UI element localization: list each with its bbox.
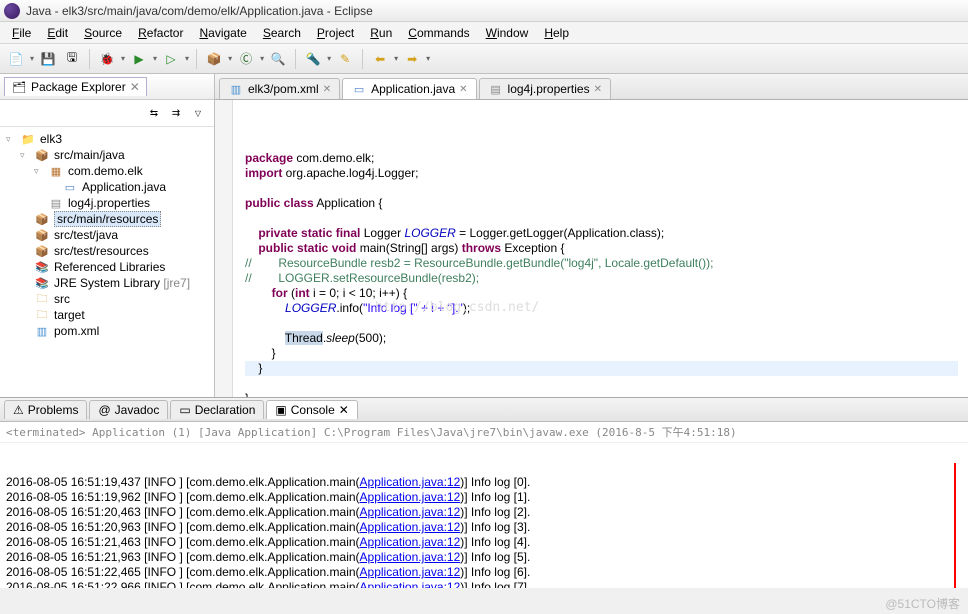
close-icon[interactable]: ✕ [594, 84, 602, 95]
tab-problems[interactable]: ⚠Problems [4, 400, 87, 419]
console-icon: ▣ [275, 403, 286, 417]
tab-declaration[interactable]: ▭Declaration [170, 400, 264, 419]
save-all-icon[interactable]: 🖫 [62, 49, 82, 69]
tree-item[interactable]: src/main/resources [6, 211, 208, 227]
new-package-icon[interactable]: 📦 [204, 49, 224, 69]
toolbar: 📄▾ 💾 🖫 🐞▾ ▶▾ ▷▾ 📦▾ Ⓒ▾ 🔍 🔦▾ ✎ ⬅▾ ➡▾ [0, 44, 968, 74]
xml-icon [34, 324, 50, 338]
folder-icon [34, 308, 50, 322]
file-icon [488, 82, 504, 96]
menu-run[interactable]: Run [362, 26, 400, 40]
tab-javadoc[interactable]: @Javadoc [89, 400, 168, 419]
pkg-src-icon [34, 228, 50, 242]
annotation-arrow [954, 463, 956, 588]
toggle-mark-icon[interactable]: ✎ [335, 49, 355, 69]
tree-item[interactable]: Referenced Libraries [6, 259, 208, 275]
editor-tab[interactable]: Application.java✕ [342, 78, 476, 99]
folder-icon [34, 292, 50, 306]
stack-link[interactable]: Application.java:12 [360, 490, 461, 504]
pkg-src-icon [34, 244, 50, 258]
new-icon[interactable]: 📄 [6, 49, 26, 69]
stack-link[interactable]: Application.java:12 [360, 535, 461, 549]
close-icon[interactable]: ✕ [459, 84, 467, 95]
debug-icon[interactable]: 🐞 [97, 49, 117, 69]
package-explorer: 🗂 Package Explorer ✕ ⇆ ⇉ ▽ ▿ elk3 ▿src/m… [0, 74, 215, 397]
open-type-icon[interactable]: 🔍 [268, 49, 288, 69]
menu-refactor[interactable]: Refactor [130, 26, 191, 40]
run-last-icon[interactable]: ▷ [161, 49, 181, 69]
declaration-icon: ▭ [179, 403, 190, 417]
tree-item[interactable]: src/test/java [6, 227, 208, 243]
menu-search[interactable]: Search [255, 26, 309, 40]
collapse-all-icon[interactable]: ⇆ [144, 103, 164, 123]
pkg-src-icon [34, 148, 50, 162]
link-editor-icon[interactable]: ⇉ [166, 103, 186, 123]
editor-tab[interactable]: log4j.properties✕ [479, 78, 611, 99]
window-title: Java - elk3/src/main/java/com/demo/elk/A… [26, 4, 373, 18]
pkg-icon [48, 164, 64, 178]
menu-window[interactable]: Window [478, 26, 537, 40]
close-icon[interactable]: ✕ [339, 403, 349, 417]
stack-link[interactable]: Application.java:12 [360, 505, 461, 519]
tree-item[interactable]: Application.java [6, 179, 208, 195]
package-explorer-icon: 🗂 [11, 80, 27, 94]
stack-link[interactable]: Application.java:12 [360, 520, 461, 534]
menu-navigate[interactable]: Navigate [191, 26, 254, 40]
code-editor[interactable]: package com.demo.elk; import org.apache.… [215, 100, 968, 397]
editor-tabs: elk3/pom.xml✕Application.java✕log4j.prop… [215, 74, 968, 100]
java-icon [351, 82, 367, 96]
eclipse-icon [4, 3, 20, 19]
tree-item[interactable]: log4j.properties [6, 195, 208, 211]
project-tree[interactable]: ▿ elk3 ▿src/main/java▿com.demo.elkApplic… [0, 127, 214, 397]
tree-item[interactable]: target [6, 307, 208, 323]
titlebar: Java - elk3/src/main/java/com/demo/elk/A… [0, 0, 968, 22]
back-icon[interactable]: ⬅ [370, 49, 390, 69]
package-explorer-tab[interactable]: 🗂 Package Explorer ✕ [4, 77, 147, 96]
tree-item[interactable]: pom.xml [6, 323, 208, 339]
stack-link[interactable]: Application.java:12 [360, 550, 461, 564]
file-icon [48, 196, 64, 210]
run-icon[interactable]: ▶ [129, 49, 149, 69]
lib-icon [34, 260, 50, 274]
stack-link[interactable]: Application.java:12 [360, 580, 461, 588]
stack-link[interactable]: Application.java:12 [360, 475, 461, 489]
project-root[interactable]: ▿ elk3 [6, 131, 208, 147]
search-icon[interactable]: 🔦 [303, 49, 323, 69]
tree-item[interactable]: ▿src/main/java [6, 147, 208, 163]
save-icon[interactable]: 💾 [38, 49, 58, 69]
console-header: <terminated> Application (1) [Java Appli… [0, 422, 968, 443]
stack-link[interactable]: Application.java:12 [360, 565, 461, 579]
close-icon[interactable]: ✕ [130, 80, 140, 94]
watermark-credit: @51CTO博客 [885, 595, 960, 612]
tab-console[interactable]: ▣Console ✕ [266, 400, 357, 419]
new-class-icon[interactable]: Ⓒ [236, 49, 256, 69]
close-icon[interactable]: ✕ [323, 84, 331, 95]
xml-icon [228, 82, 244, 96]
menu-edit[interactable]: Edit [39, 26, 76, 40]
menu-project[interactable]: Project [309, 26, 362, 40]
editor-tab[interactable]: elk3/pom.xml✕ [219, 78, 340, 99]
menubar[interactable]: FileEditSourceRefactorNavigateSearchProj… [0, 22, 968, 44]
project-icon [20, 132, 36, 146]
java-icon [62, 180, 78, 194]
problems-icon: ⚠ [13, 403, 24, 417]
javadoc-icon: @ [98, 403, 110, 417]
view-menu-icon[interactable]: ▽ [188, 103, 208, 123]
forward-icon[interactable]: ➡ [402, 49, 422, 69]
tree-item[interactable]: src/test/resources [6, 243, 208, 259]
console-output[interactable]: 2016-08-05 16:51:19,437 [INFO ] [com.dem… [0, 443, 968, 588]
tree-item[interactable]: ▿com.demo.elk [6, 163, 208, 179]
menu-commands[interactable]: Commands [400, 26, 477, 40]
pkg-src-icon [34, 212, 50, 226]
menu-source[interactable]: Source [76, 26, 130, 40]
bottom-tabs: ⚠Problems@Javadoc▭Declaration▣Console ✕ [0, 398, 968, 422]
menu-help[interactable]: Help [536, 26, 577, 40]
jre-icon [34, 276, 50, 290]
menu-file[interactable]: File [4, 26, 39, 40]
